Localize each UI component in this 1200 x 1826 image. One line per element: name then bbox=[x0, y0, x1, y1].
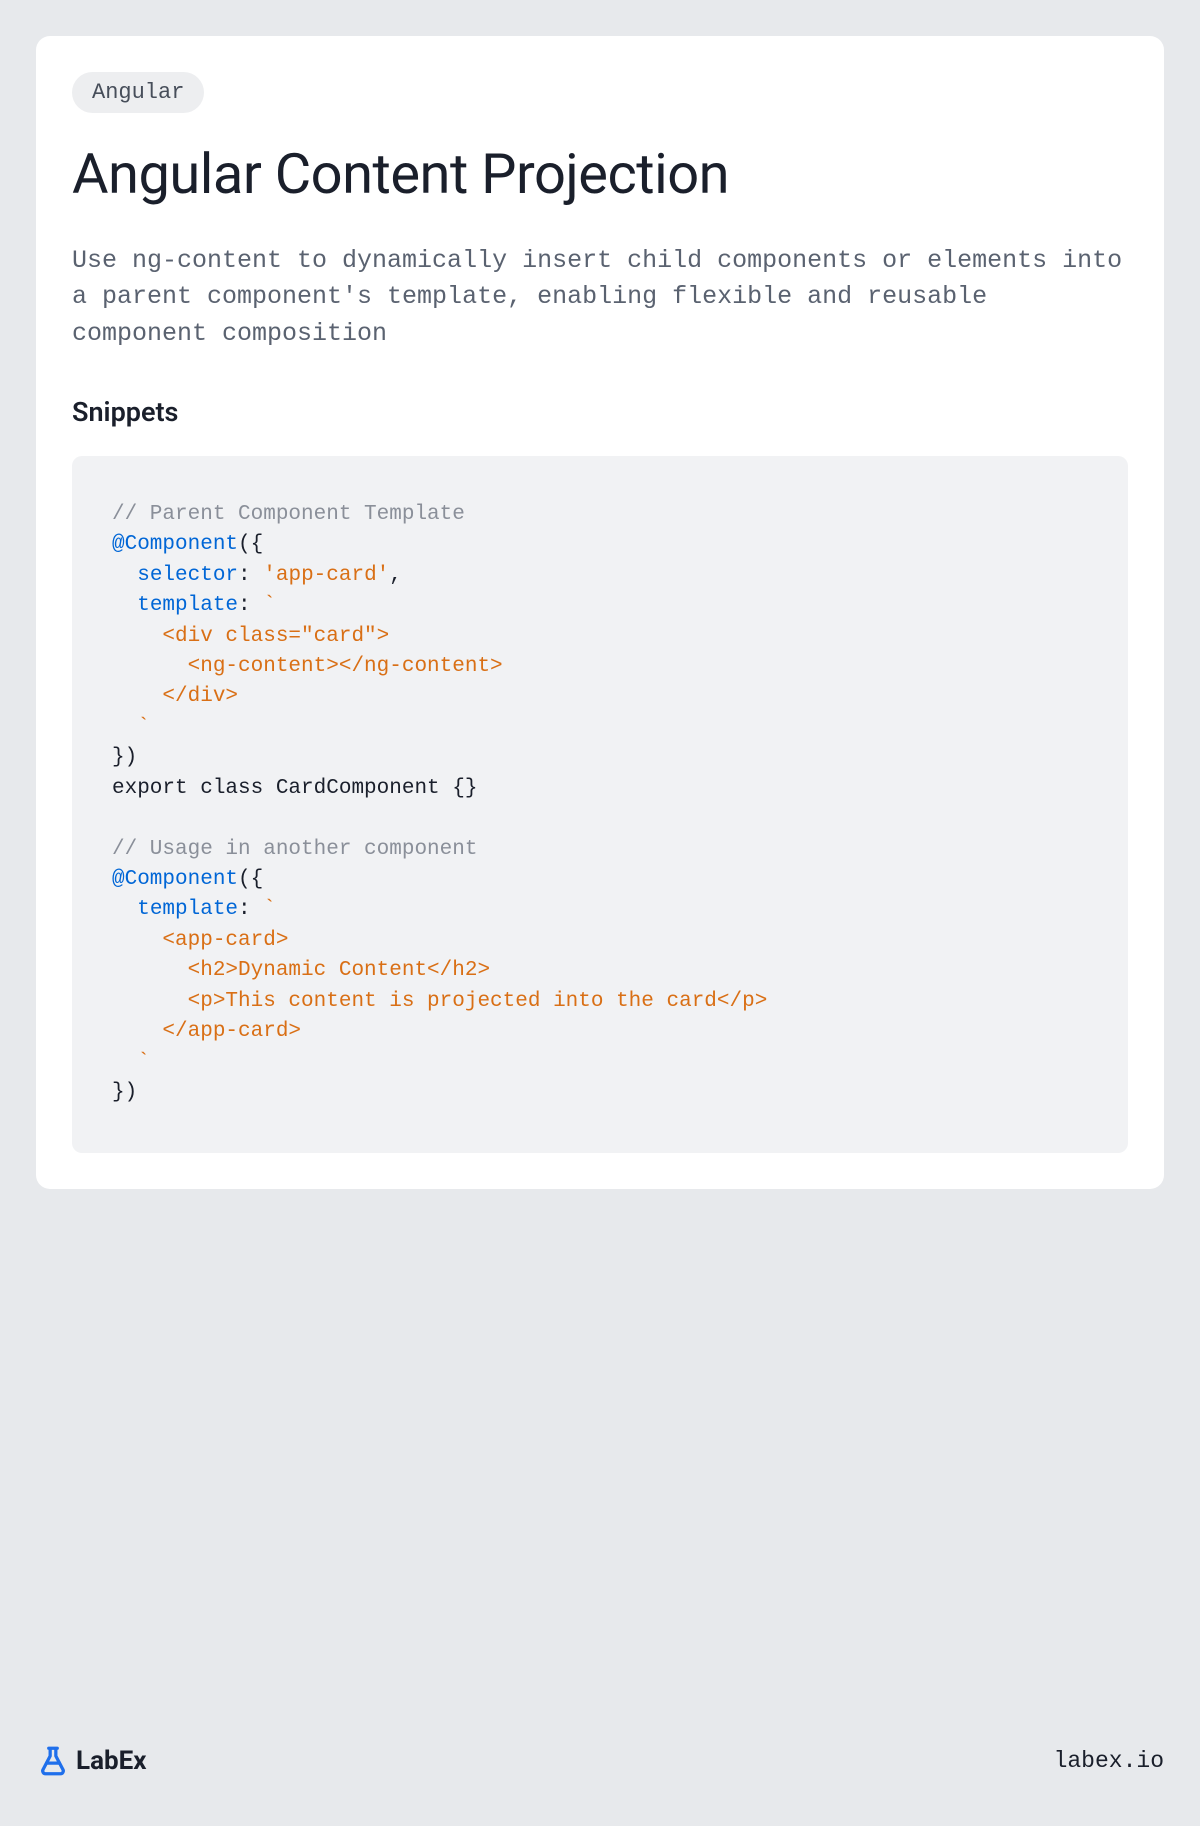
code-comment: // Usage in another component bbox=[112, 838, 477, 861]
code-token: 'app-card' bbox=[263, 564, 389, 587]
code-token: }) bbox=[112, 746, 137, 769]
code-token: : bbox=[238, 564, 263, 587]
code-token: </app-card> bbox=[112, 1020, 301, 1043]
code-token: @Component bbox=[112, 868, 238, 891]
code-token: ` bbox=[112, 716, 150, 739]
code-token: ({ bbox=[238, 533, 263, 556]
brand-name: LabEx bbox=[76, 1746, 146, 1776]
code-token bbox=[112, 564, 137, 587]
code-token: ` bbox=[263, 594, 276, 617]
code-token: ` bbox=[112, 1051, 150, 1074]
code-token: ({ bbox=[238, 868, 263, 891]
code-token: <div class="card"> bbox=[112, 625, 389, 648]
code-token: @Component bbox=[112, 533, 238, 556]
code-token: export class CardComponent {} bbox=[112, 777, 477, 800]
description-text: Use ng-content to dynamically insert chi… bbox=[72, 243, 1128, 352]
code-token: <ng-content></ng-content> bbox=[112, 655, 503, 678]
code-snippet: // Parent Component Template @Component(… bbox=[72, 456, 1128, 1153]
code-token bbox=[112, 594, 137, 617]
code-token: , bbox=[389, 564, 402, 587]
content-card: Angular Angular Content Projection Use n… bbox=[36, 36, 1164, 1189]
code-token: <app-card> bbox=[112, 929, 288, 952]
flask-icon bbox=[36, 1744, 70, 1778]
code-token: : bbox=[238, 898, 263, 921]
code-token: }) bbox=[112, 1081, 137, 1104]
code-token: <h2>Dynamic Content</h2> bbox=[112, 959, 490, 982]
code-token: selector bbox=[137, 564, 238, 587]
code-token: ` bbox=[263, 898, 276, 921]
snippets-heading: Snippets bbox=[72, 396, 1128, 428]
brand-logo: LabEx bbox=[36, 1744, 146, 1778]
category-badge: Angular bbox=[72, 72, 204, 113]
code-comment: // Parent Component Template bbox=[112, 503, 465, 526]
page-title: Angular Content Projection bbox=[72, 141, 1128, 207]
code-token: template bbox=[137, 594, 238, 617]
code-token bbox=[112, 898, 137, 921]
site-url: labex.io bbox=[1054, 1748, 1164, 1774]
code-token: <p>This content is projected into the ca… bbox=[112, 990, 767, 1013]
footer: LabEx labex.io bbox=[36, 1744, 1164, 1778]
code-token: </div> bbox=[112, 685, 238, 708]
code-token: template bbox=[137, 898, 238, 921]
code-token: : bbox=[238, 594, 263, 617]
